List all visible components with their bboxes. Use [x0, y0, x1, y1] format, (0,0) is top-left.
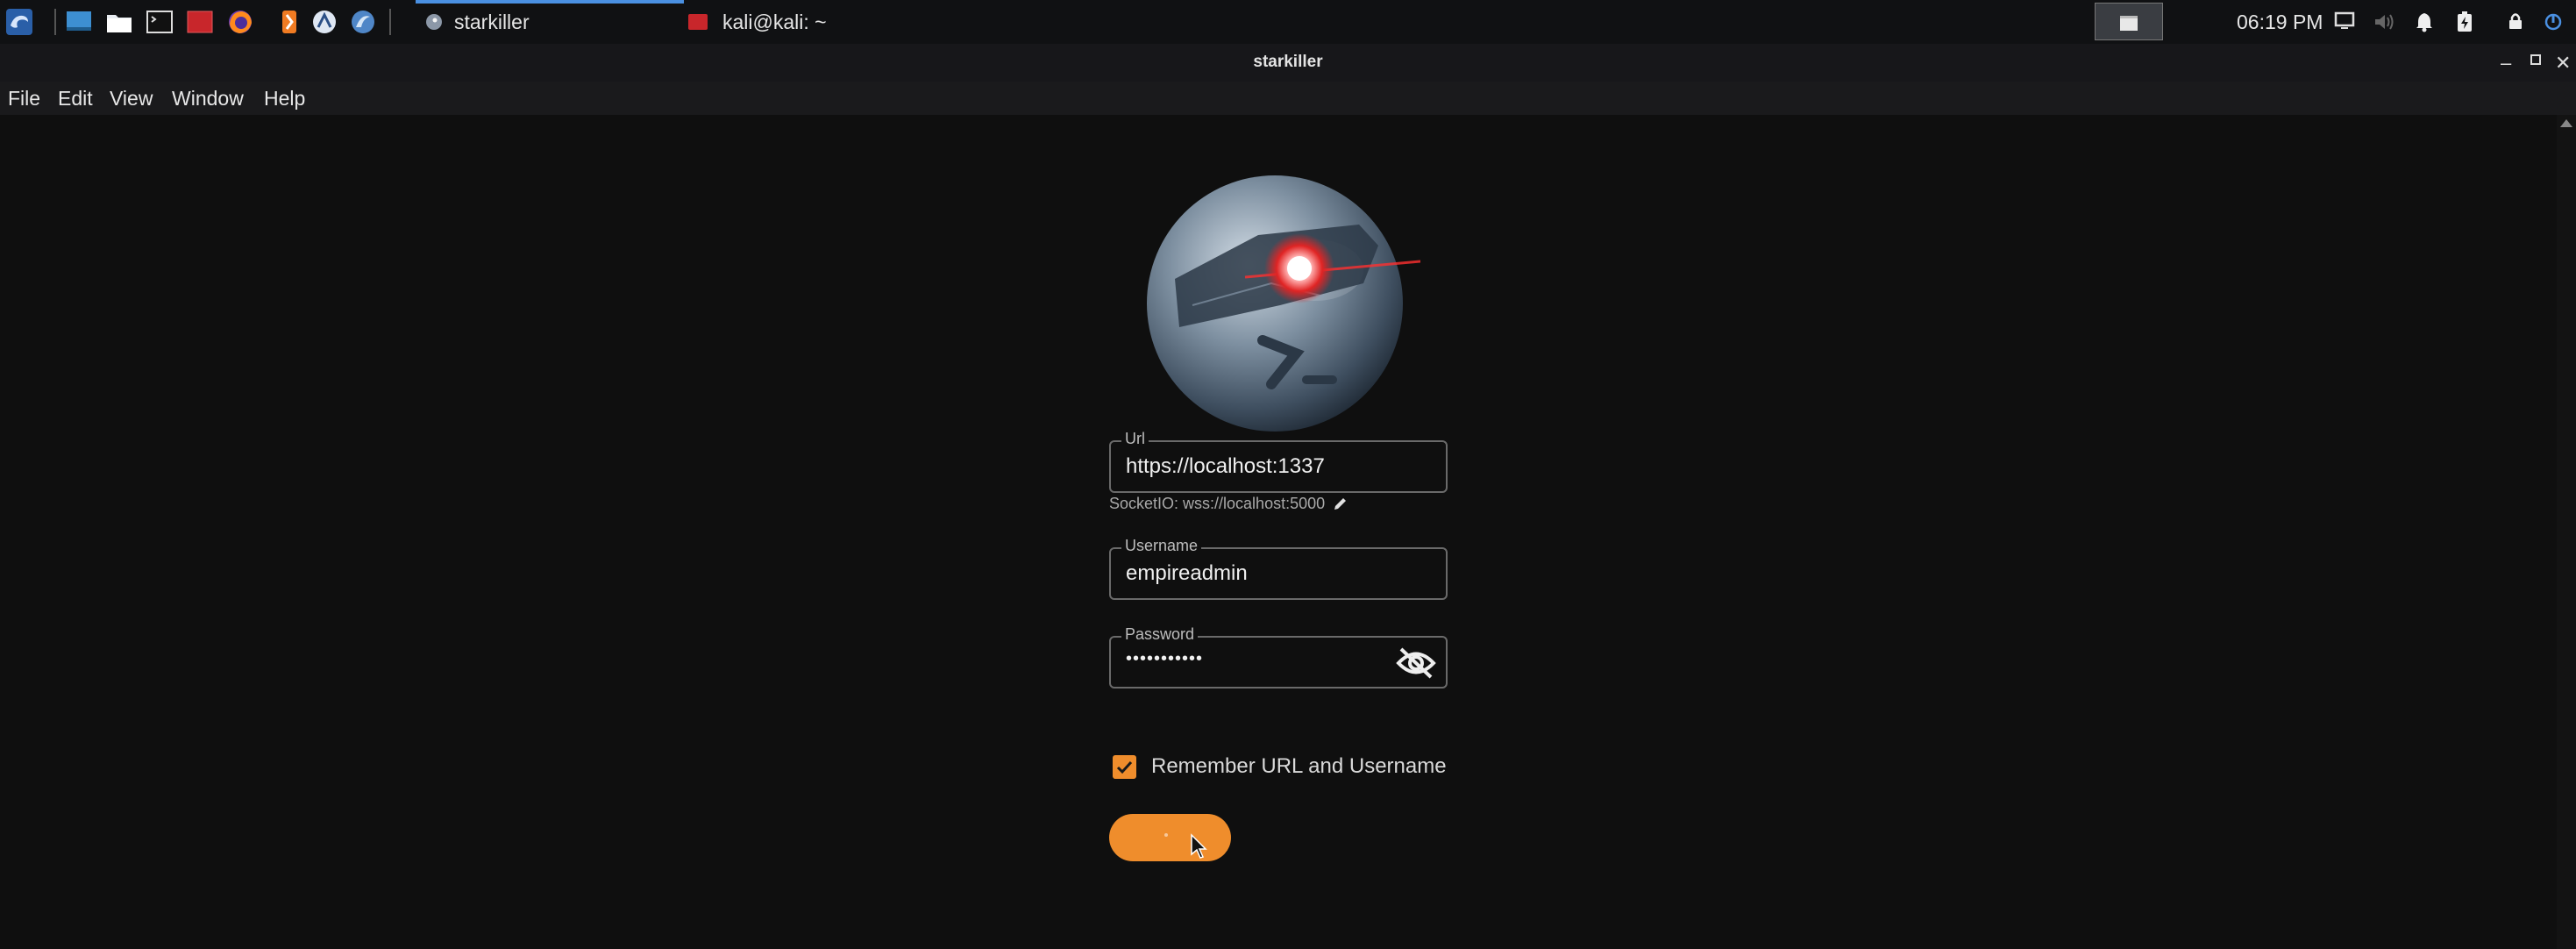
- login-button[interactable]: [1109, 814, 1231, 861]
- remember-label[interactable]: Remember URL and Username: [1151, 754, 1447, 779]
- url-input[interactable]: https://localhost:1337: [1126, 454, 1325, 479]
- menu-file[interactable]: File: [8, 87, 40, 111]
- show-desktop-icon[interactable]: [65, 8, 93, 36]
- file-manager-icon[interactable]: [105, 8, 133, 36]
- menu-edit[interactable]: Edit: [58, 87, 93, 111]
- metasploit-icon[interactable]: [310, 8, 338, 36]
- starkiller-logo: [1147, 175, 1420, 432]
- socketio-row: SocketIO: wss://localhost:5000: [1109, 495, 1348, 513]
- username-label: Username: [1121, 537, 1202, 555]
- maximize-icon[interactable]: [2530, 54, 2541, 65]
- url-field[interactable]: Url https://localhost:1337: [1109, 430, 1448, 493]
- password-label: Password: [1121, 625, 1199, 644]
- workspace-switcher[interactable]: [2095, 3, 2163, 40]
- eye-off-icon[interactable]: [1396, 646, 1436, 680]
- taskbar: starkiller kali@kali: ~ 06:19 PM: [0, 0, 2576, 45]
- window-titlebar[interactable]: starkiller – ✕: [0, 44, 2576, 82]
- terminal-icon[interactable]: [146, 8, 174, 36]
- loading-spinner-icon: [1164, 833, 1168, 837]
- burp-icon[interactable]: [275, 8, 303, 36]
- password-field[interactable]: Password •••••••••••: [1109, 625, 1448, 689]
- close-icon[interactable]: ✕: [2555, 52, 2571, 75]
- display-icon[interactable]: [2334, 11, 2355, 31]
- password-input[interactable]: •••••••••••: [1126, 649, 1203, 669]
- task-starkiller[interactable]: starkiller: [416, 0, 684, 44]
- menu-bar: File Edit View Window Help: [0, 82, 2576, 115]
- volume-icon[interactable]: [2373, 11, 2395, 32]
- task-label-starkiller: starkiller: [454, 11, 530, 33]
- menu-view[interactable]: View: [110, 87, 153, 111]
- socketio-text: SocketIO: wss://localhost:5000: [1109, 495, 1326, 512]
- menu-window[interactable]: Window: [172, 87, 244, 111]
- checkmark-icon: [1116, 760, 1133, 774]
- scrollbar[interactable]: [2557, 115, 2576, 949]
- minimize-icon[interactable]: –: [2501, 52, 2511, 75]
- clock[interactable]: 06:19 PM: [2237, 11, 2323, 34]
- task-label-terminal: kali@kali: ~: [722, 11, 827, 33]
- workspace-window-thumbnail: [2120, 16, 2138, 31]
- mouse-cursor-icon: [1191, 833, 1207, 859]
- url-label: Url: [1121, 430, 1149, 448]
- battery-icon[interactable]: [2456, 11, 2473, 32]
- power-icon[interactable]: [2543, 11, 2564, 32]
- remember-checkbox[interactable]: [1113, 755, 1136, 779]
- starkiller-app-icon: [426, 14, 442, 30]
- lock-icon[interactable]: [2508, 11, 2523, 31]
- bell-icon[interactable]: [2414, 11, 2435, 32]
- window-title: starkiller: [1253, 53, 1323, 71]
- wireshark-icon[interactable]: [349, 8, 377, 36]
- pencil-icon[interactable]: [1333, 496, 1348, 511]
- red-app-icon[interactable]: [186, 8, 214, 36]
- username-input[interactable]: empireadmin: [1126, 561, 1248, 586]
- taskbar-separator: [389, 9, 391, 35]
- menu-help[interactable]: Help: [264, 87, 305, 111]
- scroll-up-arrow-icon[interactable]: [2560, 119, 2572, 127]
- active-task-indicator: [416, 0, 684, 4]
- firefox-icon[interactable]: [226, 8, 254, 36]
- kali-dragon-icon[interactable]: [5, 8, 33, 36]
- task-terminal[interactable]: kali@kali: ~: [686, 0, 954, 44]
- taskbar-separator: [54, 9, 56, 35]
- username-field[interactable]: Username empireadmin: [1109, 537, 1448, 600]
- terminal-task-icon: [688, 14, 708, 30]
